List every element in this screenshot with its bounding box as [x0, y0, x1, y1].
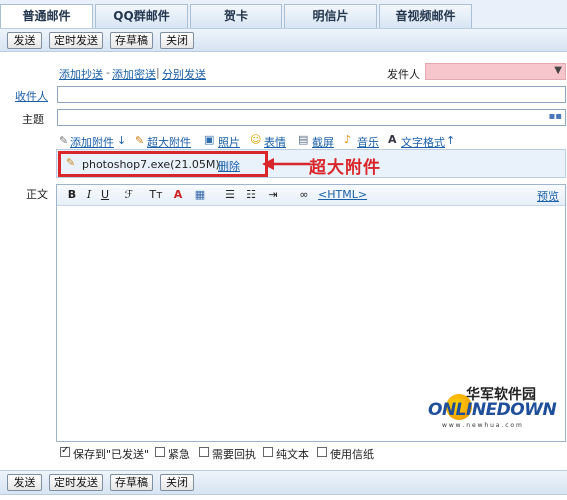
underline-icon[interactable]: U — [100, 188, 110, 202]
super-attachment-icon: ✎ — [135, 134, 145, 147]
font-icon[interactable]: ℱ — [123, 188, 135, 202]
indent-icon[interactable]: ⇥ — [267, 188, 279, 202]
editor-toolbar: B I U ℱ Tт A ▦ ☰ ☷ ⇥ ∞ <HTML> 预览 — [57, 185, 565, 206]
subject-input[interactable]: ▪▪ — [57, 109, 566, 126]
music-icon: ♪ — [344, 133, 352, 146]
super-attachment-link[interactable]: 超大附件 — [147, 134, 191, 150]
stationery-checkbox[interactable] — [317, 447, 327, 457]
logo-text: ONLINEDOWN — [428, 400, 557, 420]
add-attachment-link[interactable]: 添加附件 — [70, 134, 114, 150]
separator: | — [156, 66, 160, 79]
tab-bar: 普通邮件 QQ群邮件 贺卡 明信片 音视频邮件 — [0, 0, 567, 29]
photo-icon: ▣ — [204, 133, 215, 146]
annotation-label: 超大附件 — [309, 158, 381, 178]
timed-send-button[interactable]: 定时发送 — [49, 32, 103, 49]
save-draft-button[interactable]: 存草稿 — [110, 32, 153, 49]
subject-label: 主题 — [22, 113, 44, 126]
send-button[interactable]: 发送 — [7, 474, 42, 491]
save-sent-label: 保存到"已发送" — [73, 448, 150, 461]
urgent-label: 紧急 — [168, 448, 190, 461]
add-bcc-link[interactable]: 添加密送 — [112, 66, 156, 82]
to-input[interactable] — [57, 86, 566, 103]
italic-icon[interactable]: I — [84, 188, 94, 202]
timed-send-button[interactable]: 定时发送 — [49, 474, 103, 491]
bold-icon[interactable]: B — [67, 188, 77, 202]
preview-link[interactable]: 预览 — [537, 188, 559, 204]
body-label: 正文 — [26, 188, 48, 201]
check-icon: ✓ — [61, 445, 70, 456]
plain-text-label: 纯文本 — [276, 448, 309, 461]
arrow-up-icon[interactable]: ↑ — [446, 134, 455, 147]
read-receipt-label: 需要回执 — [212, 448, 256, 461]
tab-greeting-card[interactable]: 贺卡 — [190, 4, 282, 28]
attachment-filename: photoshop7.exe(21.05M) — [82, 158, 220, 171]
save-sent-checkbox[interactable]: ✓ — [60, 445, 70, 457]
grid-icon[interactable]: ▪▪ — [548, 111, 562, 122]
background-color-icon[interactable]: ▦ — [194, 188, 206, 202]
font-color-icon[interactable]: A — [172, 188, 184, 202]
plain-text-checkbox[interactable] — [263, 447, 273, 457]
stationery-label: 使用信纸 — [330, 448, 374, 461]
link-icon[interactable]: ∞ — [297, 188, 311, 202]
font-size-icon[interactable]: Tт — [149, 188, 163, 202]
smile-icon: ☺ — [250, 133, 262, 146]
paperclip-icon: ✎ — [59, 134, 69, 147]
tab-postcard[interactable]: 明信片 — [284, 4, 377, 28]
close-button[interactable]: 关闭 — [160, 474, 194, 491]
bottom-toolbar: 发送 定时发送 存草稿 关闭 — [0, 470, 567, 495]
photo-link[interactable]: 照片 — [218, 134, 240, 150]
text-format-icon: A — [388, 133, 397, 146]
to-label-link[interactable]: 收件人 — [15, 88, 48, 104]
logo-url: w w w . n e w h u a . c o m — [442, 422, 522, 429]
delete-attachment-link[interactable]: 删除 — [218, 158, 240, 174]
urgent-checkbox[interactable] — [155, 447, 165, 457]
align-icon[interactable]: ☰ — [224, 188, 236, 202]
sender-label: 发件人 — [387, 68, 420, 81]
arrow-down-icon[interactable]: ↓ — [117, 134, 126, 147]
text-format-link[interactable]: 文字格式 — [401, 134, 445, 150]
read-receipt-checkbox[interactable] — [199, 447, 209, 457]
save-draft-button[interactable]: 存草稿 — [110, 474, 153, 491]
emoji-link[interactable]: 表情 — [264, 134, 286, 150]
annotation-arrow — [262, 158, 310, 170]
html-mode-link[interactable]: <HTML> — [318, 188, 367, 201]
screenshot-icon: ▤ — [298, 133, 309, 146]
onlinedown-logo: 华军软件园 ONLINEDOWN w w w . n e w h u a . c… — [428, 382, 563, 437]
tab-av-mail[interactable]: 音视频邮件 — [379, 4, 472, 28]
list-icon[interactable]: ☷ — [245, 188, 257, 202]
tab-qq-group-mail[interactable]: QQ群邮件 — [95, 4, 188, 28]
close-button[interactable]: 关闭 — [160, 32, 194, 49]
chevron-down-icon: ▼ — [554, 65, 562, 76]
separate-send-link[interactable]: 分别发送 — [162, 66, 206, 82]
tab-normal-mail[interactable]: 普通邮件 — [0, 4, 93, 29]
send-button[interactable]: 发送 — [7, 32, 42, 49]
screenshot-link[interactable]: 截屏 — [312, 134, 334, 150]
music-link[interactable]: 音乐 — [357, 134, 379, 150]
top-toolbar: 发送 定时发送 存草稿 关闭 — [0, 28, 567, 52]
paperclip-icon: ✎ — [66, 156, 76, 169]
sender-select[interactable]: ▼ — [425, 63, 566, 80]
add-cc-link[interactable]: 添加抄送 — [59, 66, 103, 82]
separator: - — [106, 66, 110, 79]
